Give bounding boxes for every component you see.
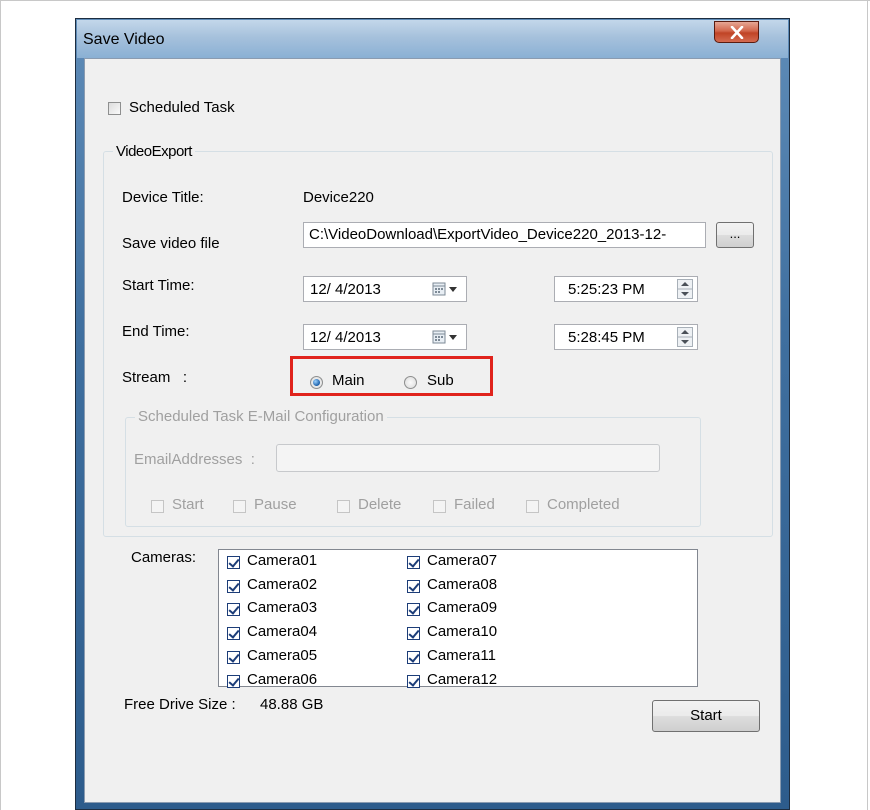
cameras-list[interactable]: Camera01 Camera02 Camera03 Camera04 Camera05…	[218, 549, 698, 688]
camera-checkbox[interactable]	[227, 579, 240, 593]
camera-label: Camera07	[427, 552, 498, 569]
page-left-rule	[0, 0, 1, 810]
page-right-rule	[867, 0, 868, 810]
start-date-picker[interactable]: 12/ 4/2013	[303, 276, 467, 302]
email-failed-label: Failed	[454, 496, 495, 513]
email-delete-label: Delete	[358, 496, 402, 513]
end-time-label: End Time:	[122, 323, 190, 340]
email-delete-checkbox[interactable]	[337, 500, 350, 513]
end-date-value: 12/ 4/2013	[310, 329, 381, 346]
camera-checkbox[interactable]	[227, 603, 240, 617]
camera-label: Camera01	[247, 552, 318, 569]
camera-label: Camera11	[427, 646, 496, 664]
camera-label: Camera06	[247, 670, 318, 688]
page-top-rule	[0, 0, 870, 1]
email-pause-label: Pause	[254, 496, 297, 513]
camera-checkbox[interactable]	[407, 650, 420, 664]
save-file-label: Save video file	[122, 235, 220, 252]
device-title-value: Device220	[303, 189, 374, 206]
camera-label: Camera02	[247, 575, 318, 593]
camera-checkbox[interactable]	[407, 556, 420, 569]
camera-checkbox[interactable]	[227, 556, 240, 569]
start-time-value: 5:25:23 PM	[568, 281, 645, 298]
camera-label: Camera08	[427, 575, 498, 593]
scheduled-task-checkbox[interactable]	[108, 102, 121, 115]
camera-checkbox[interactable]	[227, 650, 240, 664]
camera-label: Camera04	[247, 623, 318, 641]
camera-label: Camera05	[247, 646, 318, 664]
email-start-label: Start	[172, 496, 204, 513]
camera-label: Camera03	[247, 599, 318, 617]
calendar-dropdown-icon[interactable]	[432, 282, 460, 296]
title-bar[interactable]	[77, 20, 788, 58]
start-date-value: 12/ 4/2013	[310, 281, 381, 298]
camera-checkbox[interactable]	[407, 579, 420, 593]
start-time-label: Start Time:	[122, 277, 195, 294]
camera-checkbox[interactable]	[227, 627, 240, 641]
email-addresses-label: EmailAddresses :	[134, 451, 255, 468]
browse-button[interactable]: ...	[716, 222, 754, 248]
start-time-spinner-icon[interactable]	[677, 279, 693, 299]
camera-label: Camera10	[427, 623, 498, 641]
email-completed-checkbox[interactable]	[526, 500, 539, 513]
camera-checkbox[interactable]	[407, 627, 420, 641]
camera-checkbox[interactable]	[227, 674, 240, 688]
email-completed-label: Completed	[547, 496, 620, 513]
camera-label: Camera09	[427, 599, 498, 617]
email-addresses-input[interactable]	[276, 444, 660, 472]
dialog-client-area: Scheduled Task VideoExport Device Title:…	[84, 58, 781, 803]
camera-checkbox[interactable]	[407, 674, 420, 688]
device-title-label: Device Title:	[122, 189, 204, 206]
close-button[interactable]	[714, 21, 759, 43]
calendar-dropdown-icon[interactable]	[432, 330, 460, 344]
video-export-group-title: VideoExport	[113, 143, 195, 160]
camera-label: Camera12	[427, 670, 498, 688]
end-date-picker[interactable]: 12/ 4/2013	[303, 324, 467, 350]
email-failed-checkbox[interactable]	[433, 500, 446, 513]
email-config-group-title: Scheduled Task E-Mail Configuration	[135, 408, 387, 425]
scheduled-task-label: Scheduled Task	[129, 99, 235, 116]
cameras-label: Cameras:	[131, 549, 197, 566]
end-time-picker[interactable]: 5:28:45 PM	[554, 324, 698, 350]
email-start-checkbox[interactable]	[151, 500, 164, 513]
free-drive-size-label: Free Drive Size :	[124, 696, 236, 713]
end-time-value: 5:28:45 PM	[568, 329, 645, 346]
start-time-picker[interactable]: 5:25:23 PM	[554, 276, 698, 302]
stream-highlight-box	[290, 356, 493, 396]
start-button[interactable]: Start	[652, 700, 760, 732]
save-file-path-input[interactable]: C:\VideoDownload\ExportVideo_Device220_2…	[303, 222, 706, 248]
free-drive-size-value: 48.88 GB	[260, 696, 324, 713]
end-time-spinner-icon[interactable]	[677, 327, 693, 347]
email-pause-checkbox[interactable]	[233, 500, 246, 513]
save-video-window: Save Video Scheduled Task VideoExport De…	[75, 18, 790, 810]
camera-checkbox[interactable]	[407, 603, 420, 617]
window-title: Save Video	[83, 31, 165, 48]
close-icon	[730, 26, 744, 39]
stream-label: Stream :	[122, 369, 188, 386]
